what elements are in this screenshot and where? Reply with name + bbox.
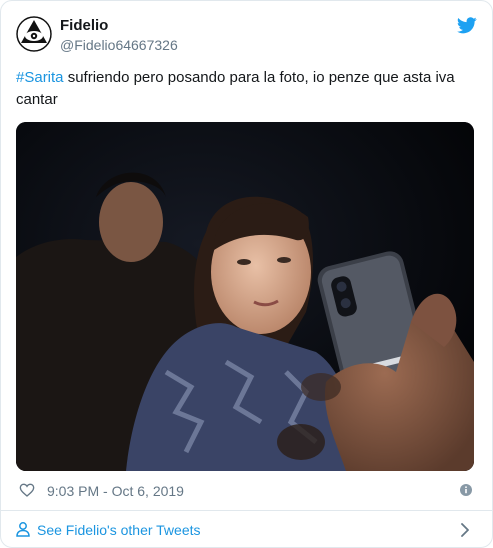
user-handle[interactable]: @Fidelio64667326 (60, 36, 178, 54)
person-icon (16, 522, 30, 537)
heart-icon[interactable] (19, 482, 35, 498)
footer-link-row[interactable]: See Fidelio's other Tweets (1, 511, 492, 547)
chevron-right-icon[interactable] (461, 523, 469, 537)
selfie-photo (16, 122, 474, 471)
eye-in-triangle-icon (16, 16, 52, 52)
see-other-tweets-link[interactable]: See Fidelio's other Tweets (37, 521, 201, 539)
display-name[interactable]: Fidelio (60, 16, 178, 35)
tweet-meta: 9:03 PM - Oct 6, 2019 (16, 480, 478, 502)
tweet-header: Fidelio @Fidelio64667326 (1, 1, 492, 63)
tweet-photo[interactable] (16, 122, 474, 471)
tweet-timestamp[interactable]: 9:03 PM - Oct 6, 2019 (47, 482, 184, 500)
avatar[interactable] (16, 16, 52, 52)
info-icon[interactable] (460, 484, 472, 496)
tweet-body: sufriendo pero posando para la foto, io … (16, 69, 455, 108)
user-names: Fidelio @Fidelio64667326 (60, 16, 178, 54)
twitter-bird-icon[interactable] (457, 17, 477, 34)
tweet-text: #Sarita sufriendo pero posando para la f… (16, 67, 478, 111)
hashtag-link[interactable]: #Sarita (16, 69, 64, 86)
tweet-card: Fidelio @Fidelio64667326 #Sarita sufrien… (0, 0, 493, 548)
